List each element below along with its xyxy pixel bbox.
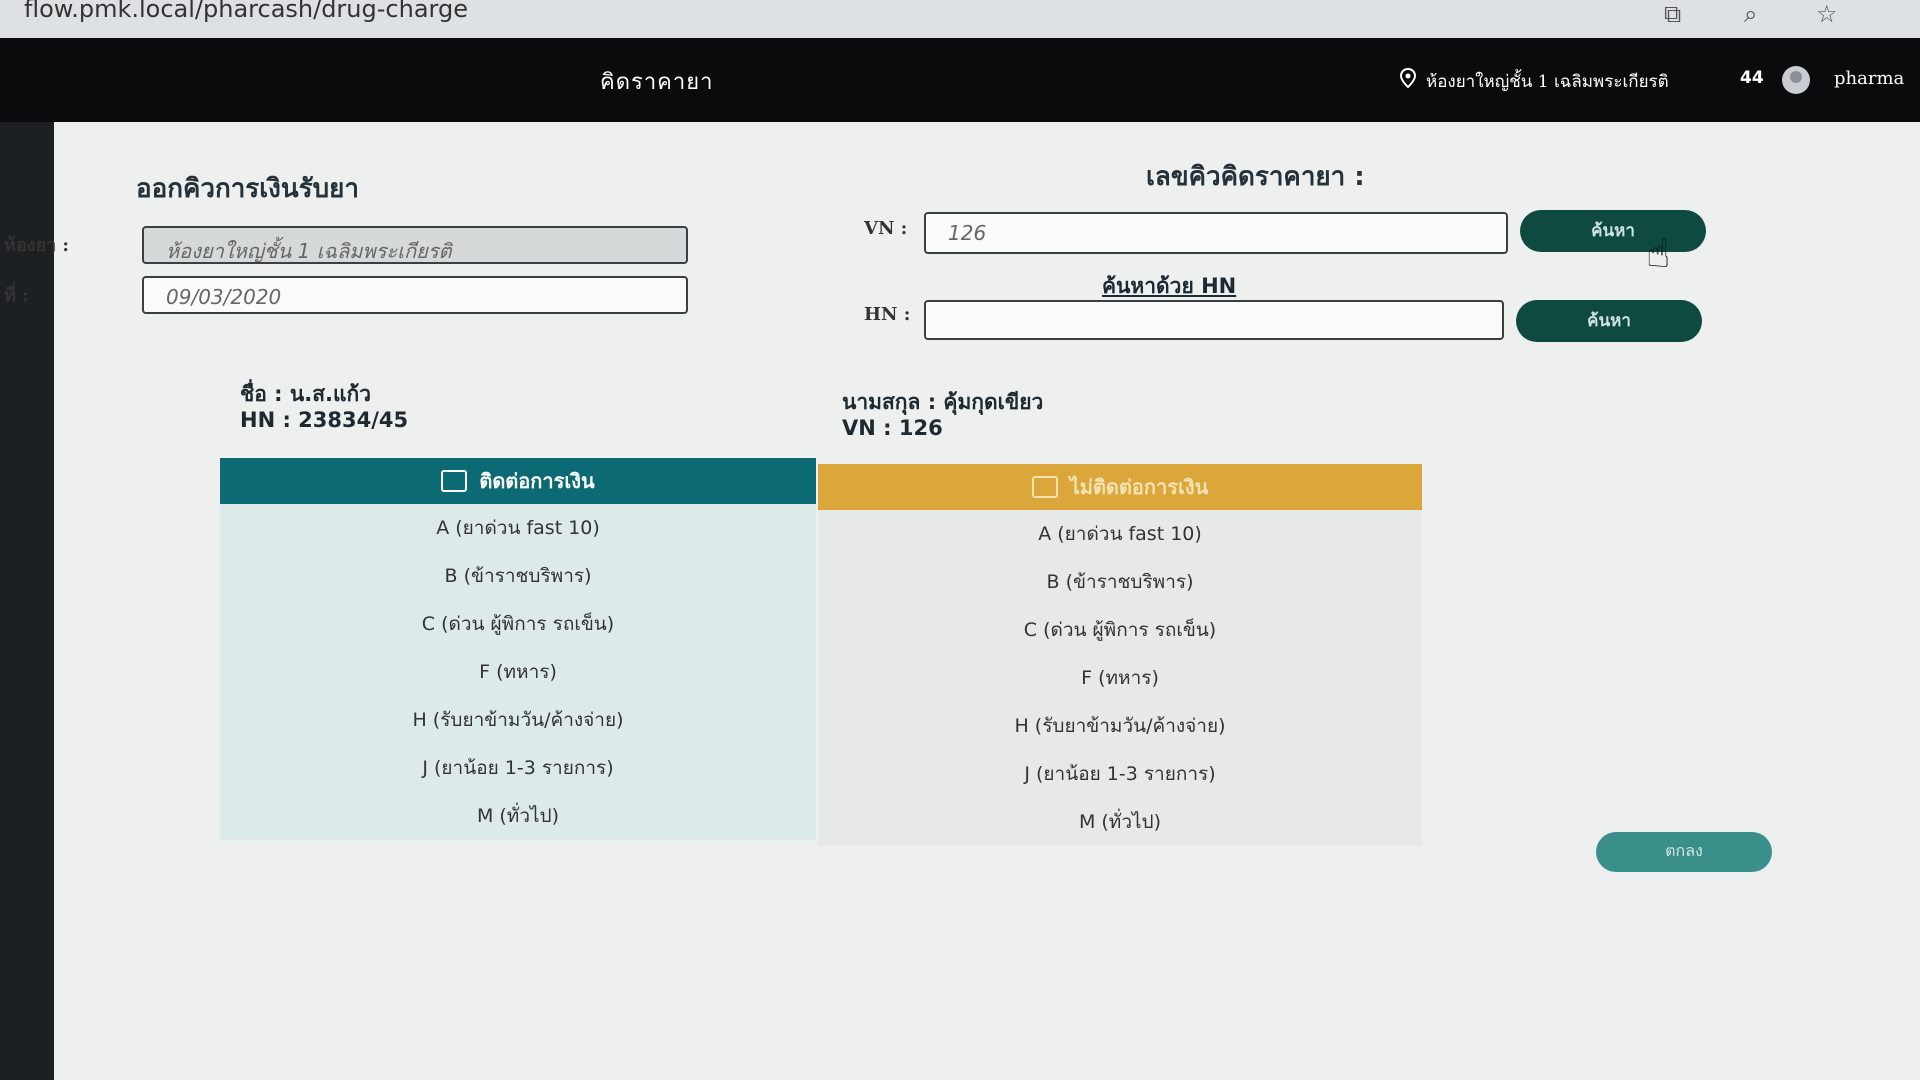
tab-no-contact-finance-label: ไม่ติดต่อการเงิน	[1069, 475, 1209, 499]
patient-vn: VN : 126	[842, 416, 943, 440]
list-item-queue-c[interactable]: C (ด่วน ผู้พิการ รถเข็น)	[818, 606, 1422, 654]
pharmacy-room-value: ห้องยาใหญ่ชั้น 1 เฉลิมพระเกียรติ	[166, 239, 452, 263]
hn-label: HN :	[864, 304, 911, 325]
translate-icon[interactable]: ⧉	[1664, 2, 1681, 26]
finance-icon	[441, 470, 468, 492]
app-title: คิดราคายา	[600, 70, 714, 95]
list-item-queue-f[interactable]: F (ทหาร)	[220, 648, 816, 696]
tab-contact-finance-label: ติดต่อการเงิน	[479, 469, 595, 493]
browser-toolbar: flow.pmk.local/pharcash/drug-charge ⧉ ⌕ …	[0, 0, 1920, 38]
pointer-cursor-icon: ☝	[1646, 231, 1671, 277]
contact-finance-panel: ติดต่อการเงิน A (ยาด่วน fast 10) B (ข้าร…	[220, 458, 816, 840]
vn-label: VN :	[864, 218, 908, 239]
tab-no-contact-finance[interactable]: ไม่ติดต่อการเงิน	[818, 464, 1422, 510]
vn-input[interactable]: 126	[924, 212, 1508, 254]
queue-count-badge: 44	[1740, 68, 1764, 88]
search-hn-button[interactable]: ค้นหา	[1516, 300, 1702, 342]
date-label: ที่ :	[4, 285, 29, 306]
bookmark-star-icon[interactable]: ☆	[1816, 2, 1838, 26]
app-header: คิดราคายา ห้องยาใหญ่ชั้น 1 เฉลิมพระเกียร…	[0, 38, 1920, 122]
list-item-queue-m[interactable]: M (ทั่วไป)	[220, 792, 816, 840]
room-label: ห้องยา :	[4, 235, 70, 256]
list-item-queue-h[interactable]: H (รับยาข้ามวัน/ค้างจ่าย)	[818, 702, 1422, 750]
list-item-queue-c[interactable]: C (ด่วน ผู้พิการ รถเข็น)	[220, 600, 816, 648]
patient-hn: HN : 23834/45	[240, 408, 409, 432]
confirm-button[interactable]: ตกลง	[1596, 832, 1772, 872]
current-location[interactable]: ห้องยาใหญ่ชั้น 1 เฉลิมพระเกียรติ	[1426, 68, 1669, 95]
list-item-queue-b[interactable]: B (ข้าราชบริพาร)	[818, 558, 1422, 606]
queue-number-title: เลขคิวคิดราคายา :	[1146, 162, 1365, 192]
list-item-queue-m[interactable]: M (ทั่วไป)	[818, 798, 1422, 846]
tab-contact-finance[interactable]: ติดต่อการเงิน	[220, 458, 816, 504]
list-item-queue-f[interactable]: F (ทหาร)	[818, 654, 1422, 702]
pharmacy-room-field[interactable]: ห้องยาใหญ่ชั้น 1 เฉลิมพระเกียรติ	[142, 226, 688, 264]
list-item-queue-b[interactable]: B (ข้าราชบริพาร)	[220, 552, 816, 600]
date-value: 09/03/2020	[166, 285, 282, 309]
address-bar[interactable]: flow.pmk.local/pharcash/drug-charge	[24, 0, 468, 21]
list-item-queue-a[interactable]: A (ยาด่วน fast 10)	[818, 510, 1422, 558]
search-by-hn-link[interactable]: ค้นหาด้วย HN	[1102, 270, 1236, 303]
location-pin-icon	[1399, 68, 1417, 88]
user-name[interactable]: pharma	[1834, 68, 1904, 89]
left-edge	[0, 122, 54, 1080]
list-item-queue-j[interactable]: J (ยาน้อย 1-3 รายการ)	[818, 750, 1422, 798]
document-icon	[1031, 476, 1058, 498]
date-field[interactable]: 09/03/2020	[142, 276, 688, 314]
hn-input[interactable]	[924, 300, 1504, 340]
no-contact-finance-panel: ไม่ติดต่อการเงิน A (ยาด่วน fast 10) B (ข…	[818, 464, 1422, 846]
search-vn-button[interactable]: ค้นหา	[1520, 210, 1706, 252]
list-item-queue-a[interactable]: A (ยาด่วน fast 10)	[220, 504, 816, 552]
page-title: ออกคิวการเงินรับยา	[136, 174, 359, 204]
list-item-queue-h[interactable]: H (รับยาข้ามวัน/ค้างจ่าย)	[220, 696, 816, 744]
avatar[interactable]	[1782, 66, 1810, 94]
patient-surname: นามสกุล : คุ้มกุดเขียว	[842, 390, 1044, 414]
vn-input-value: 126	[948, 221, 987, 245]
list-item-queue-j[interactable]: J (ยาน้อย 1-3 รายการ)	[220, 744, 816, 792]
zoom-icon[interactable]: ⌕	[1744, 2, 1757, 26]
patient-name: ชื่อ : น.ส.แก้ว	[240, 382, 372, 406]
